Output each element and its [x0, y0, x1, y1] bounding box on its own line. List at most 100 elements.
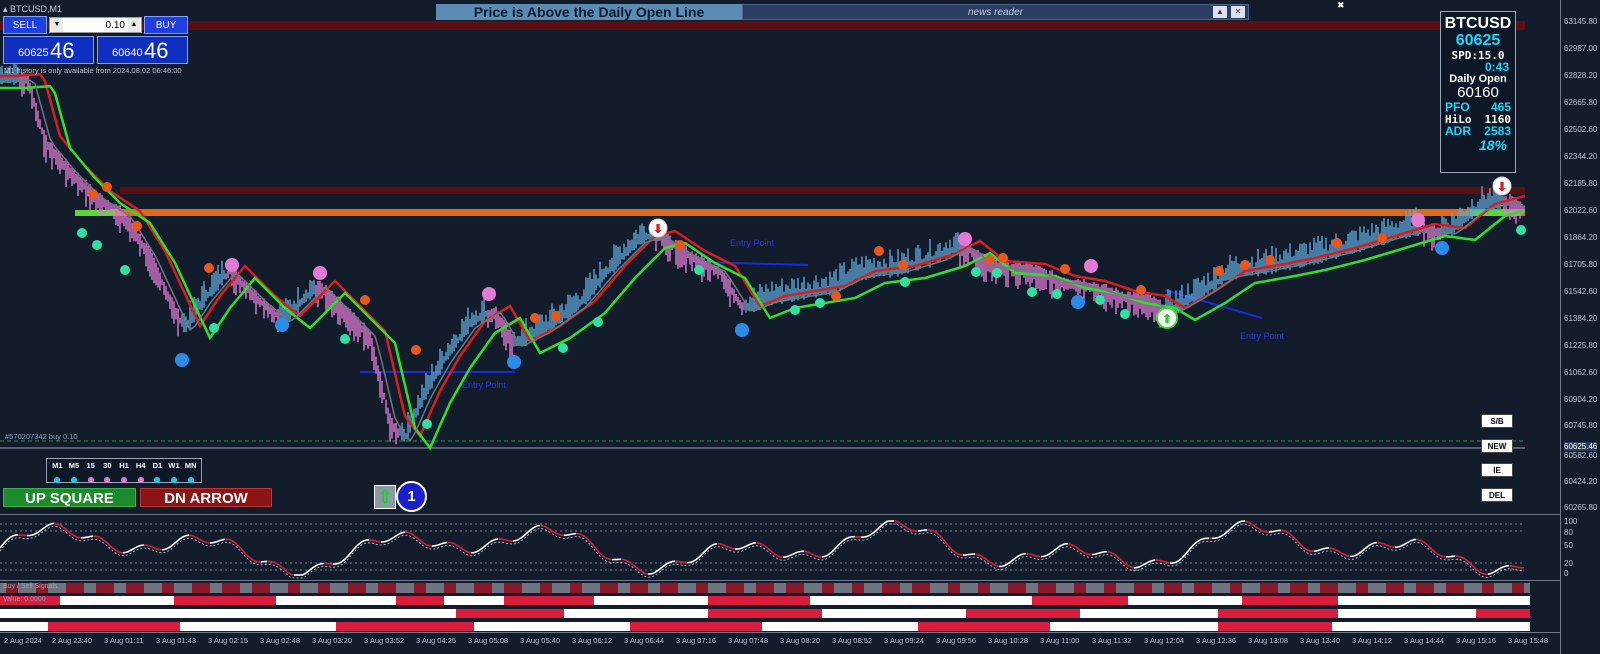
signal-strip-cell: [1392, 596, 1398, 605]
signal-strip-cell: [174, 622, 180, 631]
signal-strip-cell: [426, 596, 432, 605]
oscillator-segment: [950, 548, 955, 552]
lot-decrease-icon[interactable]: ▼: [51, 18, 63, 32]
signal-strips-canvas[interactable]: [0, 581, 1560, 633]
signal-strip-cell: [1422, 622, 1428, 631]
oscillator-segment: [884, 520, 889, 524]
signal-strip-cell: [528, 622, 534, 631]
oscillator-segment: [170, 543, 175, 547]
oscillator-canvas[interactable]: [0, 515, 1560, 581]
signal-strip-cell: [1002, 609, 1008, 618]
signal-strip-cell: [678, 596, 684, 605]
stochastic-oscillator-panel[interactable]: [0, 514, 1560, 580]
signal-strip-cell: [384, 622, 390, 631]
signal-strip-cell: [48, 596, 54, 605]
signal-strip-cell: [924, 622, 930, 631]
oscillator-segment: [596, 549, 601, 554]
signal-strip-cell: [1350, 609, 1356, 618]
window-menu-icon[interactable]: ▴: [3, 4, 10, 14]
signal-strip-cell: [1098, 622, 1104, 631]
oscillator-segment: [1118, 557, 1123, 562]
signal-strip-cell: [240, 583, 246, 593]
signal-strip-cell: [228, 622, 234, 631]
caret-up-icon[interactable]: ▲: [1213, 6, 1227, 18]
bid-price-button[interactable]: 60625 46: [3, 36, 94, 64]
signal-strip-cell: [1482, 609, 1488, 618]
signal-strip-cell: [360, 583, 366, 593]
signal-strip-cell: [66, 622, 72, 631]
signal-strip-cell: [1464, 622, 1470, 631]
time-axis[interactable]: 2 Aug 2024 2 Aug 23:40 3 Aug 01:11 3 Aug…: [0, 632, 1560, 654]
oscillator-segment: [98, 536, 103, 540]
oscillator-segment: [1295, 539, 1300, 544]
oscillator-segment: [449, 541, 454, 545]
signal-strip-cell: [576, 596, 582, 605]
signal-strip-cell: [1524, 596, 1530, 605]
signal-strip-cell: [318, 583, 324, 593]
signal-strip-cell: [1434, 583, 1440, 593]
signal-strip-cell: [498, 622, 504, 631]
news-reader-bar[interactable]: news reader ▲ ✕: [742, 4, 1249, 20]
signal-strip-cell: [576, 583, 582, 593]
oscillator-segment: [1436, 552, 1441, 557]
signal-dot: [1411, 213, 1425, 227]
lot-size-input[interactable]: ▼ 0.10 ▲: [49, 17, 142, 33]
signal-strip-cell: [1308, 596, 1314, 605]
signal-strip-cell: [1176, 596, 1182, 605]
signal-dot: [120, 265, 130, 275]
signal-strip-cell: [1014, 622, 1020, 631]
close-icon[interactable]: ✖: [1337, 0, 1345, 11]
signal-strip-cell: [408, 596, 414, 605]
signal-strip-cell: [762, 583, 768, 593]
sell-button[interactable]: SELL: [3, 16, 47, 34]
signal-strip-cell: [732, 622, 738, 631]
price-chart-canvas[interactable]: ⬇ ⬇ ⬆: [0, 0, 1560, 521]
signal-strips-panel[interactable]: Buy / Sell Signals Value: 0.0000: [0, 580, 1560, 632]
signal-strip-cell: [1254, 596, 1260, 605]
signal-strip-cell: [546, 596, 552, 605]
ie-button[interactable]: IE: [1481, 463, 1513, 477]
signal-strip-cell: [102, 596, 108, 605]
osc-tick: 80: [1564, 528, 1573, 537]
signal-strip-cell: [756, 596, 762, 605]
signal-strip-cell: [594, 622, 600, 631]
signal-dot: [360, 295, 370, 305]
signal-strip-cell: [276, 609, 282, 618]
signal-strip-cell: [888, 622, 894, 631]
signal-strip-cell: [1410, 583, 1416, 593]
signal-strip-cell: [600, 622, 606, 631]
oscillator-segment: [692, 558, 697, 563]
signal-strip-cell: [864, 596, 870, 605]
sb-button[interactable]: S/B: [1481, 414, 1513, 428]
signal-strip-cell: [468, 622, 474, 631]
signal-strip-cell: [1404, 596, 1410, 605]
signal-strip-cell: [450, 609, 456, 618]
oscillator-segment: [458, 545, 463, 550]
oscillator-segment: [530, 526, 535, 531]
signal-strip-cell: [1092, 596, 1098, 605]
signal-strip-cell: [912, 583, 918, 593]
ask-price-button[interactable]: 60640 46: [97, 36, 188, 64]
price-axis[interactable]: 63145.80 62987.00 62828.20 62665.80 6250…: [1560, 0, 1600, 654]
close-box-icon[interactable]: ✕: [1231, 6, 1245, 18]
main-chart[interactable]: ⬇ ⬇ ⬆: [0, 0, 1560, 521]
lot-increase-icon[interactable]: ▲: [128, 18, 140, 32]
buy-button[interactable]: BUY: [144, 16, 188, 34]
signal-strip-cell: [1278, 622, 1284, 631]
signal-dot: [1052, 289, 1062, 299]
signal-dot: [971, 267, 981, 277]
signal-dot: [992, 268, 1002, 278]
signal-strip-cell: [1452, 583, 1458, 593]
oscillator-segment: [1322, 547, 1327, 550]
signal-strip-cell: [204, 622, 210, 631]
signal-strip-cell: [324, 609, 330, 618]
one-click-trade-panel: SELL ▼ 0.10 ▲ BUY 60625 46 60640 46: [3, 16, 189, 64]
signal-strip-cell: [240, 596, 246, 605]
signal-strip-cell: [1038, 622, 1044, 631]
signal-strip-cell: [234, 596, 240, 605]
del-button[interactable]: DEL: [1481, 488, 1513, 502]
signal-strip-cell: [756, 609, 762, 618]
signal-strip-cell: [642, 609, 648, 618]
new-button[interactable]: NEW: [1481, 439, 1513, 453]
signal-strip-cell: [924, 609, 930, 618]
